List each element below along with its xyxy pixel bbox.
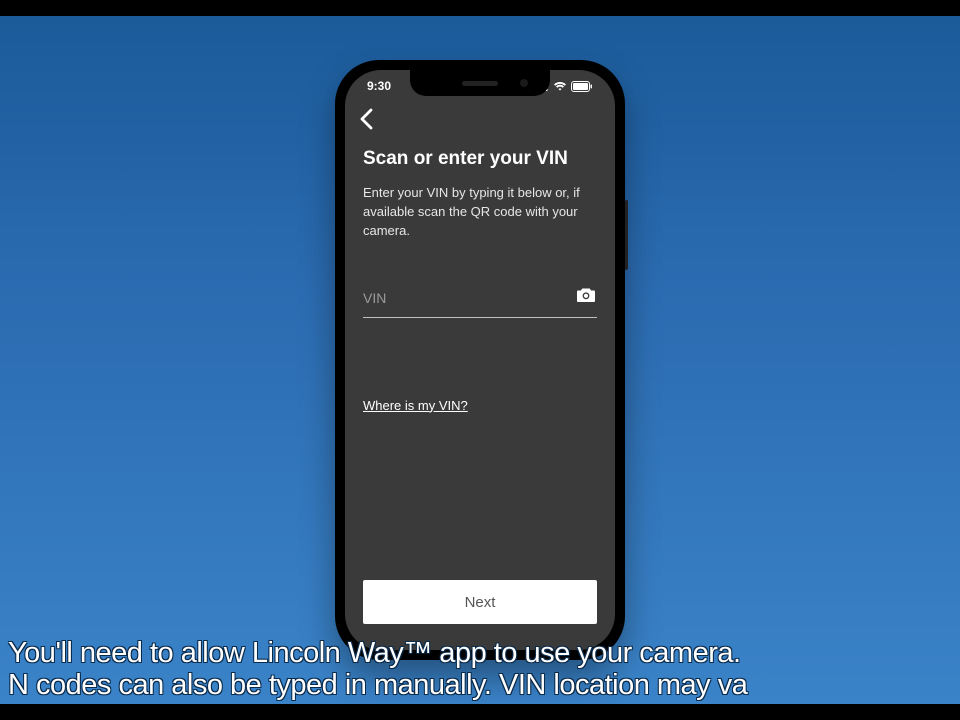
phone-frame: 9:30 xyxy=(335,60,625,660)
scan-camera-button[interactable] xyxy=(575,287,597,309)
next-button[interactable]: Next xyxy=(363,580,597,624)
back-button[interactable] xyxy=(359,108,375,135)
page-description: Enter your VIN by typing it below or, if… xyxy=(363,184,597,241)
chevron-left-icon xyxy=(359,117,375,134)
phone-notch xyxy=(410,70,550,96)
video-caption: You'll need to allow Lincoln Way™ app to… xyxy=(8,638,960,702)
wifi-icon xyxy=(553,81,567,91)
where-is-vin-link[interactable]: Where is my VIN? xyxy=(363,398,468,413)
letterbox-bottom xyxy=(0,704,960,720)
page-title: Scan or enter your VIN xyxy=(363,148,597,170)
caption-line-2: N codes can also be typed in manually. V… xyxy=(8,670,960,702)
battery-icon xyxy=(571,81,593,92)
camera-icon xyxy=(576,287,596,308)
letterbox-top xyxy=(0,0,960,16)
status-time: 9:30 xyxy=(367,79,391,93)
content-area: Scan or enter your VIN Enter your VIN by… xyxy=(363,148,597,632)
phone-screen: 9:30 xyxy=(345,70,615,650)
vin-input[interactable] xyxy=(363,290,575,306)
vin-field xyxy=(363,287,597,318)
caption-line-1: You'll need to allow Lincoln Way™ app to… xyxy=(8,638,960,670)
